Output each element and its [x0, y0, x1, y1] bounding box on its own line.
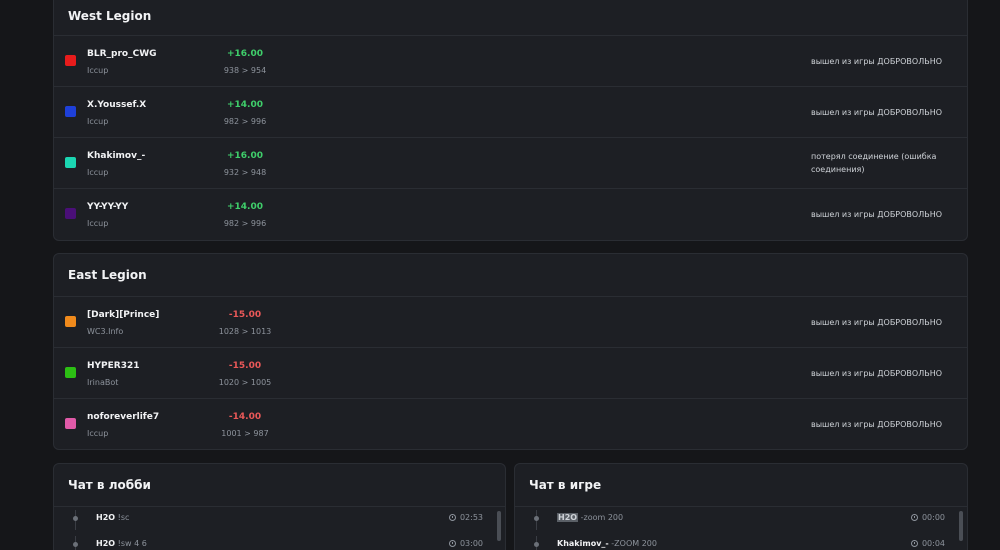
lobby-chat-panel: Чат в лобби H2O !sc 02:53 H2O !sw 4 6 03:00: [53, 463, 506, 550]
player-color-swatch: [65, 157, 76, 168]
chat-message: H2O -zoom 200 00:00: [515, 510, 967, 530]
chat-message-body: -zoom 200: [580, 513, 624, 522]
chat-author[interactable]: H2O: [96, 539, 115, 548]
rating-delta: -15.00: [228, 361, 262, 371]
lobby-chat-scrollbar[interactable]: [497, 511, 501, 541]
player-source: WC3.Info: [87, 327, 124, 336]
timeline-dot-icon: [73, 542, 78, 547]
rating-change: 1028 > 1013: [218, 327, 272, 336]
player-name[interactable]: YY-YY-YY: [87, 202, 128, 212]
player-name[interactable]: HYPER321: [87, 361, 140, 371]
chat-message: Khakimov_- -ZOOM 200 00:04: [515, 536, 967, 550]
player-color-swatch: [65, 208, 76, 219]
player-row: BLR_pro_CWG Iccup +16.00 938 > 954 вышел из …: [54, 36, 967, 87]
clock-icon: [448, 540, 456, 547]
chat-timestamp: 00:00: [910, 513, 945, 522]
chat-message: H2O !sw 4 6 03:00: [54, 536, 505, 550]
chat-time-value: 00:04: [921, 539, 945, 548]
west-legion-panel: West Legion BLR_pro_CWG Iccup +16.00 938 > …: [53, 0, 968, 241]
player-row: YY-YY-YY Iccup +14.00 982 > 996 вышел из игр…: [54, 189, 967, 240]
player-source: Iccup: [87, 219, 109, 228]
player-color-swatch: [65, 367, 76, 378]
rating-change: 1001 > 987: [221, 429, 269, 438]
rating-delta: +14.00: [226, 100, 263, 110]
player-color-swatch: [65, 418, 76, 429]
west-player-list: BLR_pro_CWG Iccup +16.00 938 > 954 вышел из …: [54, 36, 967, 240]
player-row: [Dark][Prince] WC3.Info -15.00 1028 > 1013 в…: [54, 297, 967, 348]
clock-icon: [448, 514, 456, 521]
rating-delta: +16.00: [226, 151, 263, 161]
player-name[interactable]: [Dark][Prince]: [87, 310, 159, 320]
leave-status: вышел из игры ДОБРОВОЛЬНО: [811, 108, 943, 117]
leave-status: потерял соединение (ошибка соединения): [811, 152, 937, 174]
leave-status: вышел из игры ДОБРОВОЛЬНО: [811, 369, 943, 378]
chat-message-body: -ZOOM 200: [611, 539, 657, 548]
game-chat-title: Чат в игре: [529, 478, 602, 492]
rating-change: 1020 > 1005: [218, 378, 272, 387]
player-name[interactable]: noforeverlife7: [87, 412, 159, 422]
leave-status: вышел из игры ДОБРОВОЛЬНО: [811, 420, 943, 429]
player-name[interactable]: BLR_pro_CWG: [87, 49, 157, 59]
player-color-swatch: [65, 106, 76, 117]
chat-message-body: !sw 4 6: [117, 539, 147, 548]
player-name[interactable]: Khakimov_-: [87, 151, 145, 161]
rating-delta: -14.00: [228, 412, 262, 422]
player-source: Iccup: [87, 429, 109, 438]
east-legion-title: East Legion: [68, 268, 147, 282]
player-row: HYPER321 IrinaBot -15.00 1020 > 1005 вышел и…: [54, 348, 967, 399]
leave-status: вышел из игры ДОБРОВОЛЬНО: [811, 210, 943, 219]
rating-change: 938 > 954: [223, 66, 267, 75]
west-legion-header: West Legion: [54, 0, 967, 36]
player-row: noforeverlife7 Iccup -14.00 1001 > 987 вышел…: [54, 399, 967, 449]
player-source: Iccup: [87, 66, 109, 75]
chat-timestamp: 02:53: [448, 513, 483, 522]
player-row: X.Youssef.X Iccup +14.00 982 > 996 вышел из …: [54, 87, 967, 138]
clock-icon: [910, 514, 918, 521]
chat-time-value: 00:00: [921, 513, 945, 522]
lobby-chat-header: Чат в лобби: [54, 464, 505, 507]
chat-author[interactable]: Khakimov_-: [557, 539, 609, 548]
match-details-page: West Legion BLR_pro_CWG Iccup +16.00 938 > …: [0, 0, 1000, 550]
chat-author[interactable]: H2O: [557, 513, 579, 522]
player-row: Khakimov_- Iccup +16.00 932 > 948 потерял со…: [54, 138, 967, 189]
chat-message-text: Khakimov_- -ZOOM 200: [557, 539, 657, 548]
player-color-swatch: [65, 55, 76, 66]
timeline-dot-icon: [73, 516, 78, 521]
chat-message-body: !sc: [117, 513, 130, 522]
player-source: Iccup: [87, 117, 109, 126]
rating-change: 982 > 996: [223, 117, 267, 126]
chat-message-text: H2O !sw 4 6: [96, 539, 147, 548]
chat-message-text: H2O -zoom 200: [557, 513, 623, 522]
chat-message-text: H2O !sc: [96, 513, 129, 522]
timeline-dot-icon: [534, 542, 539, 547]
player-color-swatch: [65, 316, 76, 327]
east-player-list: [Dark][Prince] WC3.Info -15.00 1028 > 1013 в…: [54, 297, 967, 449]
east-legion-panel: East Legion [Dark][Prince] WC3.Info -15.00…: [53, 253, 968, 450]
rating-delta: +14.00: [226, 202, 263, 212]
east-legion-header: East Legion: [54, 254, 967, 297]
game-chat-header: Чат в игре: [515, 464, 967, 507]
chat-author[interactable]: H2O: [96, 513, 115, 522]
west-legion-title: West Legion: [68, 9, 152, 23]
game-chat-scrollbar[interactable]: [959, 511, 963, 541]
chat-timestamp: 00:04: [910, 539, 945, 548]
clock-icon: [910, 540, 918, 547]
player-source: Iccup: [87, 168, 109, 177]
leave-status: вышел из игры ДОБРОВОЛЬНО: [811, 57, 943, 66]
leave-status: вышел из игры ДОБРОВОЛЬНО: [811, 318, 943, 327]
chat-timestamp: 03:00: [448, 539, 483, 548]
chat-message: H2O !sc 02:53: [54, 510, 505, 530]
rating-delta: -15.00: [228, 310, 262, 320]
chat-time-value: 02:53: [459, 513, 483, 522]
player-source: IrinaBot: [87, 378, 119, 387]
rating-change: 982 > 996: [223, 219, 267, 228]
timeline-dot-icon: [534, 516, 539, 521]
rating-delta: +16.00: [226, 49, 263, 59]
lobby-chat-title: Чат в лобби: [68, 478, 151, 492]
rating-change: 932 > 948: [223, 168, 267, 177]
game-chat-panel: Чат в игре H2O -zoom 200 00:00 Khakimov_- …: [514, 463, 968, 550]
player-name[interactable]: X.Youssef.X: [87, 100, 146, 110]
chat-time-value: 03:00: [459, 539, 483, 548]
